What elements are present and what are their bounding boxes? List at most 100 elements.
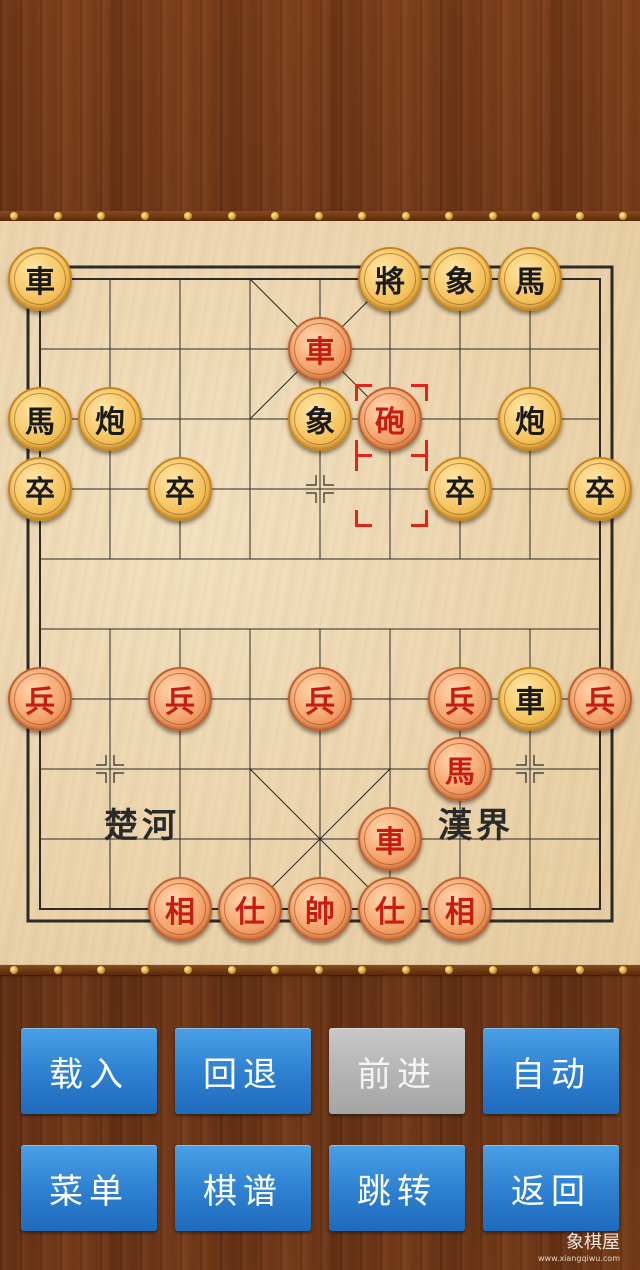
piece-label: 兵	[434, 673, 486, 725]
selection-corner	[355, 454, 372, 471]
undo-button[interactable]: 回退	[175, 1028, 311, 1114]
rail-nail	[53, 966, 62, 974]
red-piece[interactable]: 相	[148, 877, 212, 941]
board-top-rail	[0, 211, 640, 221]
piece-label: 車	[14, 253, 66, 305]
rail-nail	[619, 212, 627, 220]
jump-button[interactable]: 跳转	[329, 1145, 465, 1231]
piece-label: 車	[294, 323, 346, 375]
selection-corner	[355, 510, 372, 527]
piece-label: 炮	[504, 393, 556, 445]
position-marker	[113, 755, 124, 766]
piece-label: 將	[364, 253, 416, 305]
black-piece[interactable]: 象	[428, 247, 492, 311]
piece-label: 炮	[84, 393, 136, 445]
rail-nail	[53, 212, 62, 220]
forward-button[interactable]: 前进	[329, 1028, 465, 1114]
piece-label: 兵	[154, 673, 206, 725]
selection-corner	[355, 384, 372, 401]
position-marker	[516, 772, 527, 783]
piece-label: 馬	[14, 393, 66, 445]
watermark-title: 象棋屋	[566, 1232, 620, 1253]
rail-nail	[184, 212, 192, 220]
black-piece[interactable]: 馬	[8, 387, 72, 451]
rail-nail	[314, 212, 323, 220]
rail-nail	[532, 212, 540, 220]
position-marker	[113, 772, 124, 783]
black-piece[interactable]: 卒	[428, 457, 492, 521]
menu-button[interactable]: 菜单	[21, 1145, 157, 1231]
back-button[interactable]: 返回	[483, 1145, 619, 1231]
selection-corner	[411, 384, 428, 401]
position-marker	[323, 475, 334, 486]
piece-label: 象	[294, 393, 346, 445]
rail-nail	[445, 966, 453, 974]
piece-label: 車	[364, 813, 416, 865]
piece-label: 相	[154, 883, 206, 935]
rail-nail	[140, 212, 149, 220]
selection-corner	[411, 510, 428, 527]
piece-label: 卒	[434, 463, 486, 515]
rail-nail	[358, 966, 366, 974]
rail-nail	[227, 212, 236, 220]
rail-nail	[227, 966, 236, 974]
rail-nail	[10, 966, 18, 974]
black-piece[interactable]: 卒	[568, 457, 632, 521]
game-record-button[interactable]: 棋谱	[175, 1145, 311, 1231]
position-marker	[323, 492, 334, 503]
rail-nail	[184, 966, 192, 974]
piece-label: 卒	[14, 463, 66, 515]
position-marker	[533, 755, 544, 766]
rail-nail	[10, 212, 18, 220]
watermark: 象棋屋 www.xiangqiwu.com	[538, 1228, 620, 1263]
load-button[interactable]: 载入	[21, 1028, 157, 1114]
rail-nail	[314, 966, 323, 974]
red-piece[interactable]: 仕	[358, 877, 422, 941]
red-piece[interactable]: 兵	[568, 667, 632, 731]
piece-label: 兵	[294, 673, 346, 725]
river-label-chu-he: 楚河	[104, 806, 180, 846]
black-piece[interactable]: 將	[358, 247, 422, 311]
piece-label: 帥	[294, 883, 346, 935]
red-piece[interactable]: 帥	[288, 877, 352, 941]
selection-corner	[411, 454, 428, 471]
piece-label: 兵	[14, 673, 66, 725]
auto-play-button[interactable]: 自动	[483, 1028, 619, 1114]
piece-label: 卒	[574, 463, 626, 515]
xiangqi-board[interactable]: 楚河 漢界 車將象馬車馬炮象砲炮卒卒卒卒兵兵兵兵車兵馬車相仕帥仕相	[0, 221, 640, 965]
position-marker	[96, 755, 107, 766]
rail-nail	[271, 966, 279, 974]
black-piece[interactable]: 車	[8, 247, 72, 311]
piece-label: 象	[434, 253, 486, 305]
piece-label: 仕	[224, 883, 276, 935]
position-marker	[533, 772, 544, 783]
position-marker	[306, 492, 317, 503]
black-piece[interactable]: 卒	[8, 457, 72, 521]
red-piece[interactable]: 仕	[218, 877, 282, 941]
red-piece[interactable]: 兵	[288, 667, 352, 731]
rail-nail	[445, 212, 453, 220]
piece-label: 馬	[434, 743, 486, 795]
piece-label: 車	[504, 673, 556, 725]
position-marker	[306, 475, 317, 486]
board-bottom-rail	[0, 965, 640, 975]
black-piece[interactable]: 炮	[498, 387, 562, 451]
red-piece[interactable]: 車	[358, 807, 422, 871]
piece-label: 馬	[504, 253, 556, 305]
red-piece[interactable]: 相	[428, 877, 492, 941]
black-piece[interactable]: 車	[498, 667, 562, 731]
red-piece[interactable]: 兵	[8, 667, 72, 731]
piece-label: 兵	[574, 673, 626, 725]
rail-nail	[488, 966, 497, 974]
black-piece[interactable]: 卒	[148, 457, 212, 521]
black-piece[interactable]: 炮	[78, 387, 142, 451]
rail-nail	[358, 212, 366, 220]
black-piece[interactable]: 馬	[498, 247, 562, 311]
rail-nail	[575, 212, 584, 220]
red-piece[interactable]: 兵	[428, 667, 492, 731]
river-label-han-jie: 漢界	[438, 806, 514, 846]
red-piece[interactable]: 兵	[148, 667, 212, 731]
red-piece[interactable]: 車	[288, 317, 352, 381]
black-piece[interactable]: 象	[288, 387, 352, 451]
red-piece[interactable]: 馬	[428, 737, 492, 801]
